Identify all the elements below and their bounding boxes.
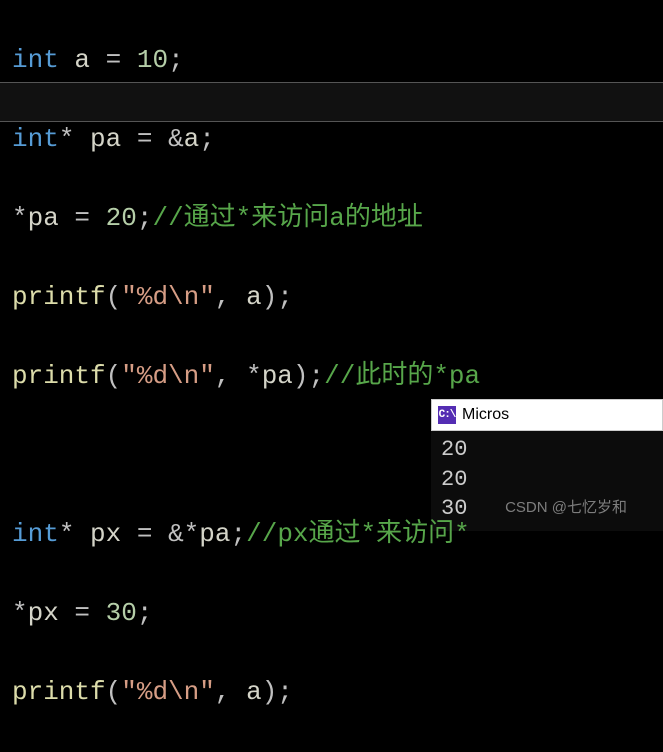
number: 10: [137, 45, 168, 75]
function: printf: [12, 282, 106, 312]
number: 20: [106, 203, 137, 233]
identifier: px: [28, 598, 59, 628]
function: printf: [12, 361, 106, 391]
code-line: int* pa = &a;: [12, 120, 663, 160]
terminal-icon: C:\: [438, 406, 456, 424]
code-line: printf("%d\n", *pa);//此时的*pa: [12, 357, 663, 397]
console-title: Micros: [462, 403, 509, 427]
output-line: 20: [441, 435, 653, 465]
comment: //此时的*pa: [324, 361, 480, 391]
identifier: px: [90, 519, 121, 549]
code-line: printf("%d\n", a);: [12, 278, 663, 318]
comment: //通过*来访问a的地址: [152, 203, 422, 233]
keyword: int: [12, 45, 59, 75]
keyword: int: [12, 124, 59, 154]
code-line: printf("%d\n", a);: [12, 673, 663, 713]
watermark: CSDN @七忆岁和: [505, 497, 627, 520]
string: "%d\n": [121, 677, 215, 707]
identifier: pa: [90, 124, 121, 154]
function: printf: [12, 677, 106, 707]
identifier: a: [74, 45, 90, 75]
comment: //px通过*来访问*: [246, 519, 470, 549]
output-line: 20: [441, 465, 653, 495]
code-line: int a = 10;: [12, 41, 663, 81]
string: "%d\n": [121, 361, 215, 391]
keyword: int: [12, 519, 59, 549]
string: "%d\n": [121, 282, 215, 312]
console-titlebar[interactable]: C:\ Micros: [431, 399, 663, 431]
code-line: *pa = 20;//通过*来访问a的地址: [12, 199, 663, 239]
identifier: pa: [28, 203, 59, 233]
code-editor[interactable]: int a = 10; int* pa = &a; *pa = 20;//通过*…: [0, 2, 663, 752]
code-line: *px = 30;: [12, 594, 663, 634]
number: 30: [106, 598, 137, 628]
